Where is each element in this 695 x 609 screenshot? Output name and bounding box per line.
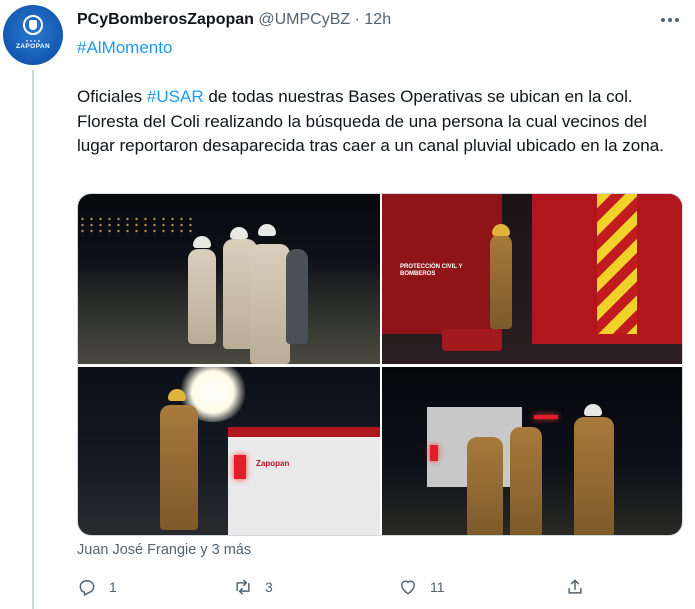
reply-button[interactable]: 1 xyxy=(77,574,117,600)
worker-figure xyxy=(160,405,198,530)
media-grid: PROTECCIÓN CIVIL Y BOMBEROS Zapopan xyxy=(77,193,683,536)
zapopan-logo-text: Zapopan xyxy=(256,459,290,468)
header-separator: · xyxy=(354,11,360,28)
worker-figure xyxy=(490,234,512,329)
shield-emblem-icon xyxy=(23,14,43,35)
tweet-text-pre: Oficiales xyxy=(77,87,147,106)
truck-label: PROTECCIÓN CIVIL Y BOMBEROS xyxy=(400,264,463,277)
emergency-light xyxy=(534,415,558,419)
usar-hashtag-link[interactable]: #USAR xyxy=(147,87,204,106)
tweet-text: Oficiales #USAR de todas nuestras Bases … xyxy=(77,85,677,159)
tweet-actions: 1 3 11 xyxy=(77,574,683,600)
worker-figure xyxy=(574,417,614,535)
author-name[interactable]: PCyBomberosZapopan xyxy=(77,11,254,28)
reply-count: 1 xyxy=(109,579,117,595)
avatar[interactable]: ● ● ● ● ZAPOPAN xyxy=(3,5,63,65)
tweet-header: PCyBomberosZapopan @UMPCyBZ · 12h xyxy=(77,10,391,30)
photo-1[interactable] xyxy=(78,194,380,364)
pickup-stripe xyxy=(228,427,380,437)
avatar-brand-text: ZAPOPAN xyxy=(15,42,51,50)
photo-4[interactable] xyxy=(382,367,682,535)
tweet-time[interactable]: 12h xyxy=(364,11,391,28)
liked-by-text[interactable]: Juan José Frangie y 3 más xyxy=(77,542,251,558)
taillight xyxy=(430,445,438,461)
hashtag-link[interactable]: #AlMomento xyxy=(77,37,172,59)
retweet-button[interactable]: 3 xyxy=(233,574,273,600)
worker-figure xyxy=(467,437,503,535)
thread-line xyxy=(32,70,34,609)
worker-figure xyxy=(286,249,308,344)
more-options-icon[interactable] xyxy=(655,8,685,32)
photo-3[interactable]: Zapopan xyxy=(78,367,380,535)
helmet-icon xyxy=(584,404,602,416)
worker-figure xyxy=(188,249,216,344)
retweet-icon xyxy=(236,579,250,595)
share-icon xyxy=(568,579,582,594)
helmet-icon xyxy=(230,227,248,239)
helmet-icon xyxy=(168,389,186,401)
city-lights xyxy=(78,216,198,236)
author-handle[interactable]: @UMPCyBZ xyxy=(258,11,350,28)
photo-2[interactable]: PROTECCIÓN CIVIL Y BOMBEROS xyxy=(382,194,682,364)
taillight xyxy=(234,455,246,479)
equipment-bag xyxy=(442,329,502,351)
worker-figure xyxy=(510,427,542,535)
helmet-icon xyxy=(492,224,510,236)
helmet-icon xyxy=(258,224,276,236)
pickup-body xyxy=(228,427,380,535)
helmet-icon xyxy=(193,236,211,248)
heart-icon xyxy=(401,580,415,595)
like-count: 11 xyxy=(430,579,445,595)
reply-icon xyxy=(79,580,95,596)
like-button[interactable]: 11 xyxy=(398,574,445,600)
worker-figure xyxy=(250,244,290,364)
retweet-count: 3 xyxy=(265,579,273,595)
share-button[interactable] xyxy=(565,574,585,600)
reflective-stripe xyxy=(597,194,637,334)
